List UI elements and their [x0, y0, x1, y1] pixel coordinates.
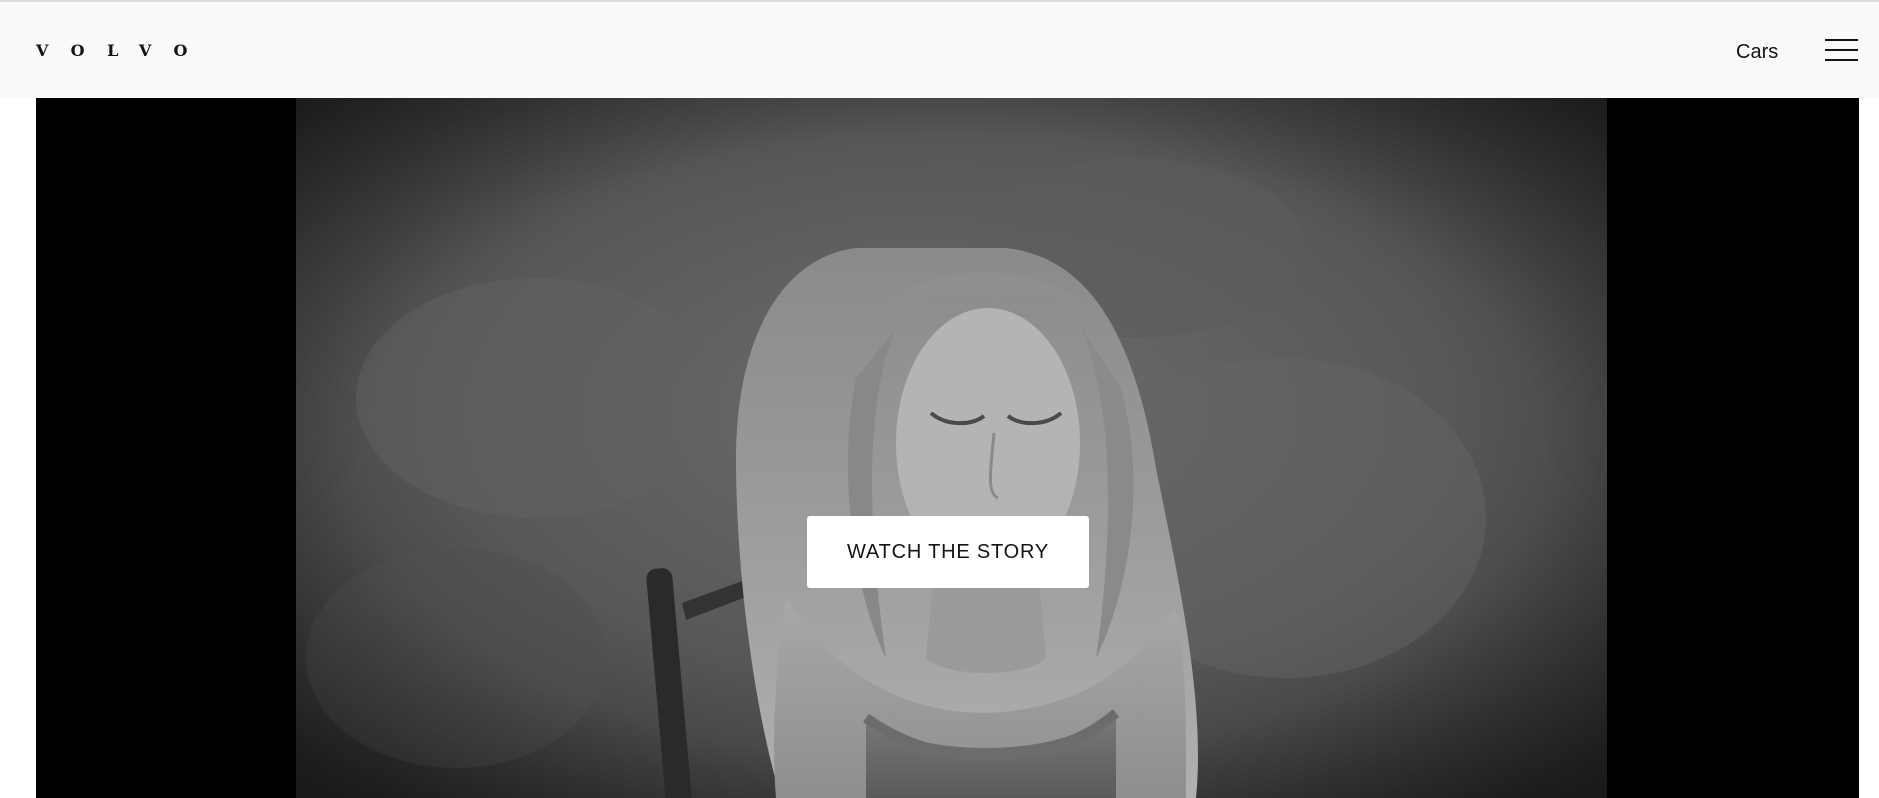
hero-video[interactable]: WATCH THE STORY [36, 98, 1859, 798]
watch-the-story-button[interactable]: WATCH THE STORY [807, 516, 1089, 588]
hero-video-still [296, 98, 1607, 798]
volvo-logo[interactable]: VOLVO [36, 41, 210, 61]
menu-line [1825, 39, 1858, 41]
menu-line [1825, 59, 1858, 61]
menu-line [1825, 49, 1858, 51]
nav-cars-link[interactable]: Cars [1736, 40, 1778, 64]
page: VOLVO Cars WATCH THE STORY [0, 0, 1879, 798]
site-header: VOLVO Cars [0, 2, 1879, 98]
hamburger-menu-icon[interactable] [1825, 37, 1858, 63]
